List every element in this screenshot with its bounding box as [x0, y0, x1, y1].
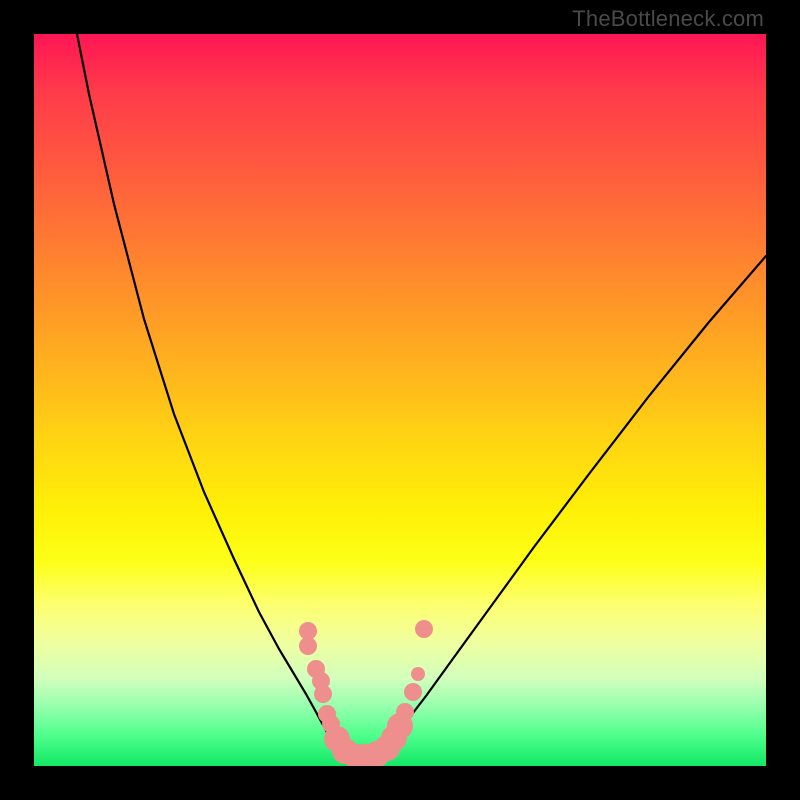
marker-dot: [404, 683, 422, 701]
marker-dot: [314, 685, 332, 703]
marker-dot: [396, 703, 414, 721]
watermark-text: TheBottleneck.com: [572, 6, 764, 32]
marker-dot: [411, 667, 425, 681]
marker-dot: [299, 637, 317, 655]
chart-frame: TheBottleneck.com: [0, 0, 800, 800]
bottom-marker-group: [299, 620, 433, 766]
curve-svg: [34, 34, 766, 766]
plot-area: [34, 34, 766, 766]
right-branch-path: [374, 256, 766, 763]
marker-dot: [415, 620, 433, 638]
